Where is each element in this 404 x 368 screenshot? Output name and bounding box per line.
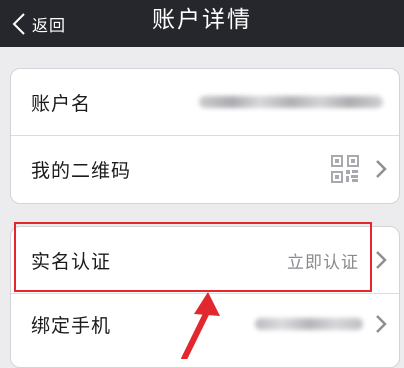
page-title: 账户详情: [152, 7, 252, 33]
qr-code-row[interactable]: 我的二维码: [11, 136, 399, 202]
red-arrow-annotation: [181, 292, 220, 359]
qr-code-label: 我的二维码: [31, 159, 132, 182]
highlight-box: [14, 222, 372, 292]
chevron-right-icon: [376, 251, 387, 269]
chevron-right-icon: [376, 160, 387, 178]
account-info-card: 账户名 我的二维码: [10, 68, 400, 204]
account-name-value-blurred: [199, 96, 383, 108]
account-name-row[interactable]: 账户名: [11, 69, 399, 135]
chevron-right-icon: [376, 315, 387, 333]
navbar: 返回 账户详情: [0, 0, 404, 47]
qr-code-icon: [331, 155, 359, 183]
phone-value-blurred: [255, 318, 363, 330]
account-name-label: 账户名: [31, 92, 92, 115]
bind-phone-label: 绑定手机: [31, 314, 112, 337]
